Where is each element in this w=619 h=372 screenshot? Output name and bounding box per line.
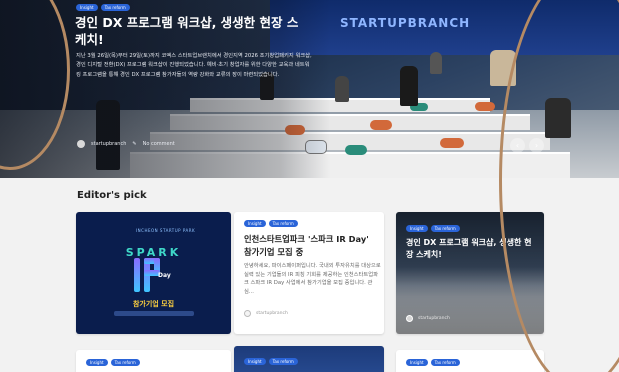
card-tags: Insight Tax reform: [406, 225, 460, 232]
post-card[interactable]: Insight Tax reform: [76, 350, 231, 372]
post-card-spark-poster[interactable]: INCHEON STARTUP PARK SPARK Day 참가기업 모집: [76, 212, 231, 334]
section-title: Editor's pick: [77, 190, 147, 201]
tag[interactable]: Insight: [76, 4, 98, 11]
post-card-spark-ir[interactable]: Insight Tax reform 인천스타트업파크 '스파크 IR Day'…: [234, 212, 384, 334]
hero-photo-seat: [345, 145, 367, 155]
tag[interactable]: Tax reform: [268, 358, 298, 365]
hero-carousel-controls: ‹ ›: [510, 138, 544, 153]
hero-brand-sign: STARTUPBRANCH: [340, 16, 471, 30]
card-author[interactable]: startupbranch: [256, 311, 288, 316]
avatar: [244, 310, 251, 317]
tag[interactable]: Insight: [244, 358, 266, 365]
tag[interactable]: Tax reform: [430, 359, 460, 366]
chevron-right-icon[interactable]: ›: [529, 138, 544, 153]
poster-recruit-text: 참가기업 모집: [132, 300, 175, 308]
hero-photo-person: [400, 66, 418, 106]
post-card[interactable]: Insight Tax reform: [396, 350, 544, 372]
hero-tags: Insight Tax reform: [76, 4, 130, 11]
card-excerpt: 안녕하세요, 파이스페이퍼입니다. 국내외 투자유치를 대상으로 실력 있는 기…: [244, 263, 381, 295]
hero-photo-person: [335, 76, 349, 102]
poster-subtitle-bar: [114, 311, 194, 316]
comment-icon: ✎: [132, 141, 137, 147]
post-card[interactable]: Insight Tax reform: [234, 346, 384, 372]
tag[interactable]: Insight: [406, 225, 428, 232]
tag[interactable]: Insight: [406, 359, 428, 366]
tag[interactable]: Tax reform: [430, 225, 460, 232]
hero-photo-seat: [370, 120, 392, 130]
post-card-dx-workshop[interactable]: Insight Tax reform 경인 DX 프로그램 워크샵, 생생한 현…: [396, 212, 544, 334]
card-title[interactable]: 인천스타트업파크 '스파크 IR Day' 참가기업 모집 중: [244, 233, 379, 258]
card-title[interactable]: 경인 DX 프로그램 워크샵, 생생한 현장 스케치!: [406, 237, 538, 261]
page: STARTUPBRANCH Insight Tax reform 경인 DX 프…: [0, 0, 619, 372]
card-author[interactable]: startupbranch: [418, 316, 450, 321]
tag[interactable]: Tax reform: [100, 4, 130, 11]
poster-organizer: INCHEON STARTUP PARK: [136, 228, 196, 233]
hero-comment-count: No comment: [142, 141, 175, 147]
chevron-left-icon[interactable]: ‹: [510, 138, 525, 153]
card-meta: startupbranch: [406, 315, 450, 322]
hero-banner[interactable]: STARTUPBRANCH Insight Tax reform 경인 DX 프…: [0, 0, 619, 178]
hero-photo-person: [545, 98, 571, 138]
tag[interactable]: Tax reform: [110, 359, 140, 366]
hero-photo-person: [490, 50, 516, 86]
hero-title[interactable]: 경인 DX 프로그램 워크샵, 생생한 현장 스케치!: [75, 14, 305, 48]
editors-pick-section: Editor's pick INCHEON STARTUP PARK SPARK…: [0, 178, 619, 372]
card-tags: Insight Tax reform: [406, 359, 460, 366]
tag[interactable]: Insight: [244, 220, 266, 227]
hero-photo-person: [430, 52, 442, 74]
card-tags: Insight Tax reform: [86, 359, 140, 366]
poster-day-word: Day: [158, 272, 171, 279]
hero-excerpt: 지난 3월 26일(목)부터 29일(토)까지 코엑스 스타트업브랜치에서 경인…: [76, 53, 312, 78]
card-tags: Insight Tax reform: [244, 358, 298, 365]
hero-meta: startupbranch ✎ No comment: [77, 140, 175, 148]
tag[interactable]: Insight: [86, 359, 108, 366]
avatar: [406, 315, 413, 322]
tag[interactable]: Tax reform: [268, 220, 298, 227]
hero-photo-seat: [475, 102, 495, 111]
hero-photo-seat: [440, 138, 464, 148]
hero-author[interactable]: startupbranch: [91, 141, 126, 147]
avatar: [77, 140, 85, 148]
card-meta: startupbranch: [244, 310, 288, 317]
card-tags: Insight Tax reform: [244, 220, 298, 227]
